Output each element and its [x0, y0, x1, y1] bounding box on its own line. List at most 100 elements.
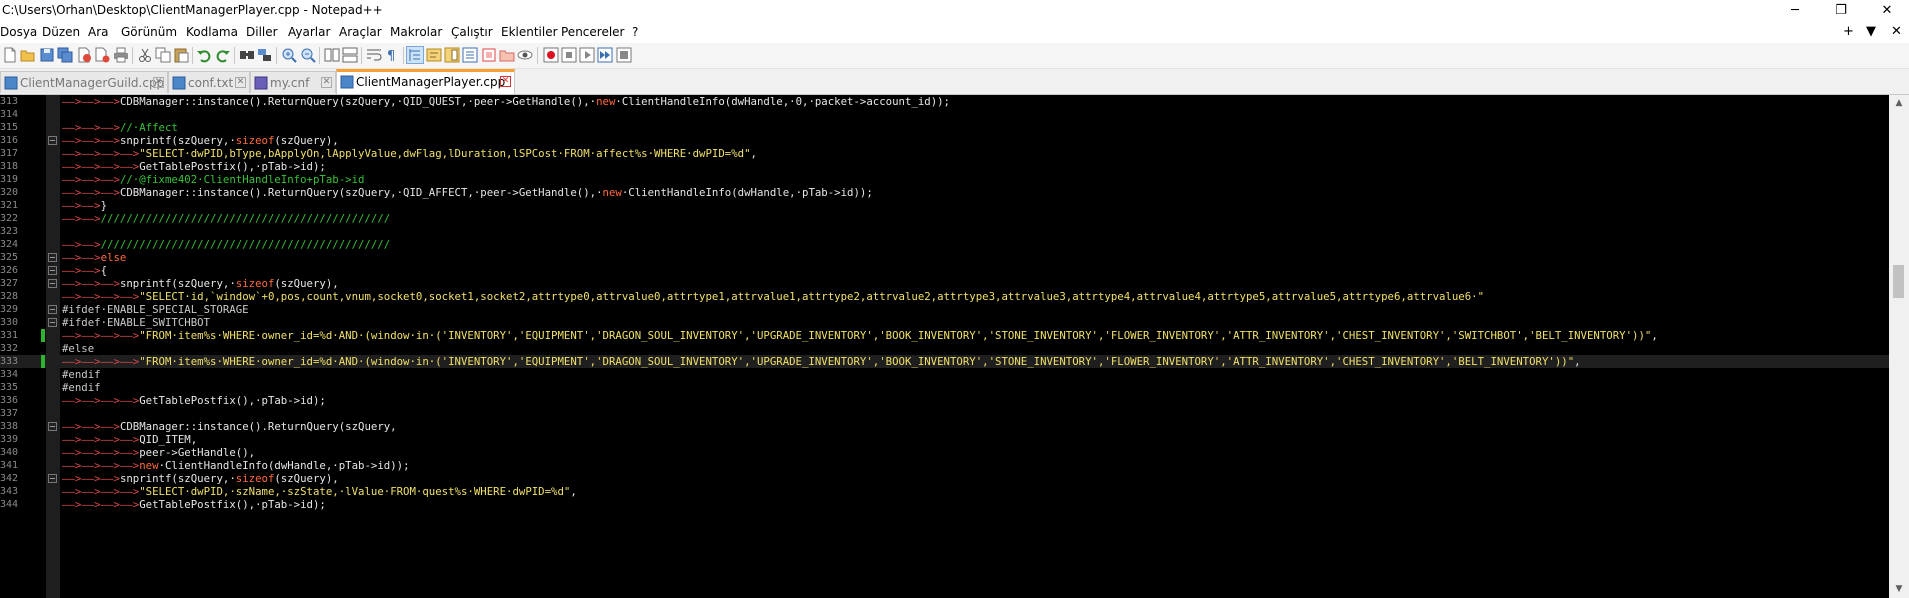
code-line[interactable]: 322 ——>——>///////////////////////////////… — [0, 212, 1889, 225]
code-line[interactable]: 341 ——>——>——>——>new·ClientHandleInfo(dwHa… — [0, 459, 1889, 472]
scroll-up-arrow[interactable]: ▲ — [1889, 95, 1909, 112]
menu-window[interactable]: Pencereler — [561, 25, 624, 39]
document-map-icon[interactable] — [444, 47, 460, 63]
code-text[interactable]: ——>——>——>CDBManager::instance().ReturnQu… — [62, 420, 397, 433]
save-macro-icon[interactable] — [616, 47, 632, 63]
code-line[interactable]: 317 ——>——>——>——>"SELECT·dwPID,bType,bAppl… — [0, 147, 1889, 160]
code-text[interactable]: ——>——>//////////////////////////////////… — [62, 212, 390, 225]
code-text[interactable]: ——>——>——>——>peer->GetHandle(), — [62, 446, 255, 459]
code-text[interactable]: #endif — [62, 368, 101, 381]
code-line[interactable]: 337 — [0, 407, 1889, 420]
code-line[interactable]: 328 ——>——>——>——>"SELECT·id,`window`+0,pos… — [0, 290, 1889, 303]
code-text[interactable]: ——>——>——>//·@fixme402·ClientHandleInfo+p… — [62, 173, 364, 186]
tab-close-icon[interactable]: ✕ — [500, 76, 511, 87]
fold-toggle-icon[interactable] — [48, 305, 57, 314]
code-text[interactable]: ——>——>} — [62, 199, 107, 212]
fold-toggle-icon[interactable] — [48, 318, 57, 327]
menu-tools[interactable]: Araçlar — [339, 25, 382, 39]
code-text[interactable]: ——>——>——>——>"FROM·item%s·WHERE·owner_id=… — [62, 355, 1581, 368]
menu-edit[interactable]: Düzen — [42, 25, 80, 39]
code-text[interactable]: ——>——>//////////////////////////////////… — [62, 238, 390, 251]
undo-icon[interactable] — [196, 47, 212, 63]
close-icon[interactable] — [76, 47, 92, 63]
code-line[interactable]: 335 #endif — [0, 381, 1889, 394]
code-text[interactable]: ——>——>——>snprintf(szQuery,·sizeof(szQuer… — [62, 134, 339, 147]
tab-close-icon[interactable]: ✕ — [153, 77, 164, 88]
monitoring-icon[interactable] — [517, 47, 533, 63]
tab-clientmanagerplayer[interactable]: ClientManagerPlayer.cpp ✕ — [336, 69, 515, 94]
code-line[interactable]: 324 ——>——>///////////////////////////////… — [0, 238, 1889, 251]
close-document-button[interactable]: ✕ — [1891, 24, 1902, 39]
code-line[interactable]: 313 ——>——>——>CDBManager::instance().Retur… — [0, 95, 1889, 108]
code-text[interactable]: #else — [62, 342, 94, 355]
code-line[interactable]: 334 #endif — [0, 368, 1889, 381]
code-text[interactable]: ——>——>——>——>"SELECT·dwPID,·szName,·szSta… — [62, 485, 577, 498]
fold-toggle-icon[interactable] — [48, 266, 57, 275]
code-text[interactable]: ——>——>——>——>GetTablePostfix(),·pTab->id)… — [62, 394, 326, 407]
code-text[interactable]: ——>——>——>——>new·ClientHandleInfo(dwHandl… — [62, 459, 410, 472]
doc-list-icon[interactable] — [499, 47, 515, 63]
menu-plugins[interactable]: Eklentiler — [501, 25, 558, 39]
code-line[interactable]: 327 ——>——>——>snprintf(szQuery,·sizeof(szQ… — [0, 277, 1889, 290]
fold-toggle-icon[interactable] — [48, 279, 57, 288]
code-line[interactable]: 326 ——>——>{ — [0, 264, 1889, 277]
code-text[interactable]: ——>——>——>//·Affect — [62, 121, 178, 134]
fold-toggle-icon[interactable] — [48, 422, 57, 431]
zoom-in-icon[interactable] — [281, 47, 297, 63]
code-text[interactable]: ——>——>——>——>GetTablePostfix(),·pTab->id)… — [62, 160, 326, 173]
code-text[interactable]: ——>——>——>CDBManager::instance().ReturnQu… — [62, 95, 950, 108]
find-icon[interactable] — [239, 47, 255, 63]
code-line[interactable]: 344 ——>——>——>——>GetTablePostfix(),·pTab->… — [0, 498, 1889, 511]
fold-toggle-icon[interactable] — [48, 253, 57, 262]
fold-toggle-icon[interactable] — [48, 474, 57, 483]
tab-close-icon[interactable]: ✕ — [321, 77, 332, 88]
indent-guide-icon[interactable] — [406, 46, 424, 64]
stop-recording-icon[interactable] — [561, 47, 577, 63]
vertical-scrollbar[interactable]: ▲ ▼ — [1889, 95, 1909, 598]
user-language-icon[interactable] — [426, 47, 442, 63]
code-line[interactable]: 333 ——>——>——>——>"FROM·item%s·WHERE·owner_… — [0, 355, 1889, 368]
menu-macro[interactable]: Makrolar — [390, 25, 442, 39]
menu-encoding[interactable]: Kodlama — [186, 25, 238, 39]
tab-close-icon[interactable]: ✕ — [235, 77, 246, 88]
code-line[interactable]: 331 ——>——>——>——>"FROM·item%s·WHERE·owner_… — [0, 329, 1889, 342]
code-text[interactable]: #endif — [62, 381, 101, 394]
code-line[interactable]: 336 ——>——>——>——>GetTablePostfix(),·pTab->… — [0, 394, 1889, 407]
code-editor[interactable]: 313 ——>——>——>CDBManager::instance().Retur… — [0, 95, 1889, 598]
code-line[interactable]: 321 ——>——>} — [0, 199, 1889, 212]
scroll-thumb[interactable] — [1893, 265, 1904, 298]
code-line[interactable]: 343 ——>——>——>——>"SELECT·dwPID,·szName,·sz… — [0, 485, 1889, 498]
function-list-icon[interactable] — [462, 47, 478, 63]
code-line[interactable]: 332 #else — [0, 342, 1889, 355]
code-line[interactable]: 325 ——>——>else — [0, 251, 1889, 264]
code-line[interactable]: 314 — [0, 108, 1889, 121]
replace-icon[interactable] — [257, 47, 273, 63]
code-line[interactable]: 323 — [0, 225, 1889, 238]
code-line[interactable]: 338 ——>——>——>CDBManager::instance().Retur… — [0, 420, 1889, 433]
code-text[interactable]: ——>——>——>snprintf(szQuery,·sizeof(szQuer… — [62, 277, 339, 290]
code-text[interactable]: ——>——>——>——>GetTablePostfix(),·pTab->id)… — [62, 498, 326, 511]
menu-run[interactable]: Çalıştır — [451, 25, 493, 39]
zoom-out-icon[interactable] — [300, 47, 316, 63]
code-line[interactable]: 320 ——>——>——>CDBManager::instance().Retur… — [0, 186, 1889, 199]
code-line[interactable]: 339 ——>——>——>——>QID_ITEM, — [0, 433, 1889, 446]
code-text[interactable]: ——>——>——>——>"SELECT·dwPID,bType,bApplyOn… — [62, 147, 757, 160]
new-file-icon[interactable] — [2, 47, 18, 63]
record-macro-icon[interactable] — [543, 47, 559, 63]
scroll-down-arrow[interactable]: ▼ — [1889, 581, 1909, 598]
maximize-button[interactable]: ❐ — [1818, 0, 1864, 22]
code-line[interactable]: 330 #ifdef·ENABLE_SWITCHBOT — [0, 316, 1889, 329]
code-line[interactable]: 340 ——>——>——>——>peer->GetHandle(), — [0, 446, 1889, 459]
code-text[interactable]: ——>——>——>snprintf(szQuery,·sizeof(szQuer… — [62, 472, 339, 485]
show-all-characters-icon[interactable]: ¶ — [384, 47, 400, 63]
run-macro-multiple-icon[interactable] — [597, 47, 613, 63]
minimize-button[interactable]: ─ — [1772, 0, 1818, 22]
code-line[interactable]: 318 ——>——>——>——>GetTablePostfix(),·pTab->… — [0, 160, 1889, 173]
cut-icon[interactable] — [137, 47, 153, 63]
word-wrap-icon[interactable] — [366, 47, 382, 63]
sync-horizontal-icon[interactable] — [342, 47, 358, 63]
folder-as-workspace-icon[interactable] — [481, 47, 497, 63]
code-text[interactable]: #ifdef·ENABLE_SPECIAL_STORAGE — [62, 303, 249, 316]
sync-vertical-icon[interactable] — [324, 47, 340, 63]
code-text[interactable]: ——>——>——>——>"SELECT·id,`window`+0,pos,co… — [62, 290, 1484, 303]
